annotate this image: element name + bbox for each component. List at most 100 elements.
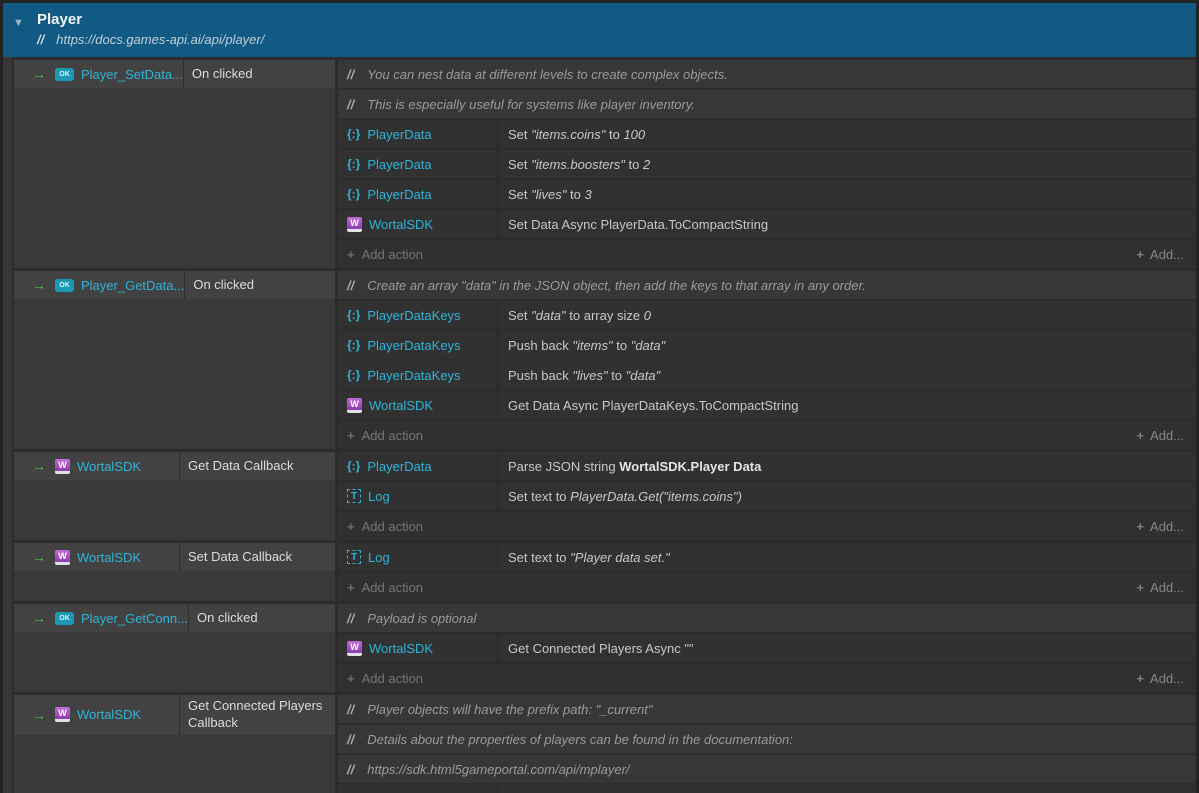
wortal-icon: W — [55, 550, 70, 565]
action-text-part: PlayerData.Get("items.coins") — [570, 489, 742, 504]
action-object-name: WortalSDK — [369, 641, 433, 656]
action-text-part: Set — [508, 157, 531, 172]
event-condition-cell: →WWortalSDKGet Connected Players Callbac… — [14, 695, 335, 793]
comment-row[interactable]: //Details about the properties of player… — [338, 725, 1196, 753]
action-object-name: PlayerDataKeys — [367, 308, 460, 323]
event-condition-cell: →OKPlayer_SetData...On clicked — [14, 60, 335, 268]
action-text: Parse JSON string WortalSDK.Player Data — [498, 459, 761, 474]
collapse-group-icon[interactable]: ▼ — [13, 17, 24, 29]
action-row[interactable]: {:}PlayerDataKeysPush back "items" to "d… — [338, 331, 1196, 359]
add-action-row: +Add action +Add... — [338, 240, 1196, 268]
action-text-part: "Player data set." — [570, 550, 670, 565]
comment-text: https://sdk.html5gameportal.com/api/mpla… — [367, 762, 629, 777]
action-row[interactable]: TLogSet text to PlayerData.Get("items.co… — [338, 482, 1196, 510]
action-object-name: PlayerData — [367, 157, 431, 172]
comment-slashes-icon: // — [347, 732, 354, 747]
event-block: →WWortalSDKGet Connected Players Callbac… — [14, 695, 1196, 793]
condition-text: On clicked — [184, 63, 259, 86]
action-object: {:}PlayerData — [338, 452, 498, 480]
action-row[interactable]: {:}PlayerDataParse JSON string WortalSDK… — [338, 452, 1196, 480]
group-title: Player — [37, 11, 1196, 29]
comment-slashes-icon: // — [347, 97, 354, 112]
action-text-part: Set — [508, 127, 531, 142]
action-text: Set "lives" to 3 — [498, 187, 592, 202]
action-text-part: Push back — [508, 338, 572, 353]
add-more-link[interactable]: +Add... — [1136, 580, 1184, 595]
action-row[interactable]: WWortalSDK Set Data Async PlayerData.ToCo… — [338, 210, 1196, 238]
action-row[interactable]: {:}PlayerDataKeysPush back "lives" to "d… — [338, 361, 1196, 389]
action-row[interactable]: {:}PlayerDataSet "items.boosters" to 2 — [338, 150, 1196, 178]
comment-row[interactable]: //Payload is optional — [338, 604, 1196, 632]
comment-text: Payload is optional — [367, 611, 476, 626]
event-condition[interactable]: →OKPlayer_GetData...On clicked — [14, 271, 335, 299]
action-object: {:}PlayerData — [338, 150, 498, 178]
comment-text: Player objects will have the prefix path… — [367, 702, 652, 717]
event-condition[interactable]: →WWortalSDKGet Data Callback — [14, 452, 335, 480]
add-more-link[interactable]: +Add... — [1136, 247, 1184, 262]
add-more-label: Add... — [1150, 247, 1184, 262]
add-action-label: Add action — [362, 671, 423, 686]
action-row[interactable]: {:}PlayerDataSet "lives" to 3 — [338, 180, 1196, 208]
comment-row[interactable]: //This is especially useful for systems … — [338, 90, 1196, 118]
event-condition[interactable]: →WWortalSDKSet Data Callback — [14, 543, 335, 571]
action-text-part: Set Data Async PlayerData.ToCompactStrin… — [508, 217, 768, 232]
action-text: Set "items.boosters" to 2 — [498, 157, 650, 172]
comment-row[interactable]: // You can nest data at different levels … — [338, 60, 1196, 88]
action-text-part: to — [605, 127, 623, 142]
event-condition[interactable]: →OKPlayer_GetConn...On clicked — [14, 604, 335, 632]
group-comment-url: https://docs.games-api.ai/api/player/ — [56, 32, 264, 47]
event-sheet: ▼ Player // https://docs.games-api.ai/api… — [0, 0, 1199, 793]
action-row[interactable]: {:}PlayerFriendsParse JSON string Wortal… — [338, 785, 1196, 793]
action-text: Get Data Async PlayerDataKeys.ToCompactS… — [498, 398, 798, 413]
add-action-label: Add action — [362, 428, 423, 443]
comment-text: You can nest data at different levels to… — [367, 67, 728, 82]
event-arrow-icon: → — [32, 611, 46, 625]
add-action-row: +Add action+Add... — [338, 421, 1196, 449]
action-text-part: "lives" — [531, 187, 566, 202]
comment-row[interactable]: //Player objects will have the prefix pa… — [338, 695, 1196, 723]
condition-object-name: WortalSDK — [77, 550, 141, 565]
plus-icon: + — [1136, 519, 1144, 534]
action-text: Set Data Async PlayerData.ToCompactStrin… — [498, 217, 768, 232]
add-action-link[interactable]: +Add action — [347, 580, 423, 595]
event-arrow-icon: → — [32, 278, 46, 292]
add-action-link[interactable]: +Add action — [347, 247, 423, 262]
event-condition[interactable]: →WWortalSDKGet Connected Players Callbac… — [14, 695, 335, 735]
action-text: Push back "items" to "data" — [498, 338, 665, 353]
condition-object: →WWortalSDK — [14, 452, 180, 480]
action-text-part: to — [566, 187, 584, 202]
action-row[interactable]: {:}PlayerDataKeysSet "data" to array siz… — [338, 301, 1196, 329]
plus-icon: + — [1136, 428, 1144, 443]
add-more-label: Add... — [1150, 671, 1184, 686]
comment-row[interactable]: //Create an array "data" in the JSON obj… — [338, 271, 1196, 299]
event-block: →WWortalSDKGet Data Callback{:}PlayerDat… — [14, 452, 1196, 540]
comment-row[interactable]: //https://sdk.html5gameportal.com/api/mp… — [338, 755, 1196, 783]
action-object: WWortalSDK — [338, 210, 498, 238]
action-text-part: 0 — [644, 308, 651, 323]
event-rows: // You can nest data at different levels … — [338, 60, 1196, 268]
condition-text: Set Data Callback — [180, 546, 298, 569]
condition-text: On clicked — [189, 607, 264, 630]
event-condition[interactable]: →OKPlayer_SetData...On clicked — [14, 60, 335, 88]
action-object: {:}PlayerData — [338, 120, 498, 148]
add-action-link[interactable]: +Add action — [347, 519, 423, 534]
action-text: Get Connected Players Async "" — [498, 641, 694, 656]
action-row[interactable]: {:}PlayerDataSet "items.coins" to 100 — [338, 120, 1196, 148]
action-row[interactable]: WWortalSDKGet Connected Players Async "" — [338, 634, 1196, 662]
add-action-link[interactable]: +Add action — [347, 428, 423, 443]
event-condition-cell: →OKPlayer_GetConn...On clicked — [14, 604, 335, 692]
comment-slashes-icon: // — [347, 67, 354, 82]
condition-object: →OKPlayer_GetData... — [14, 271, 185, 299]
action-text: Push back "lives" to "data" — [498, 368, 660, 383]
action-row[interactable]: WWortalSDKGet Data Async PlayerDataKeys.… — [338, 391, 1196, 419]
add-more-link[interactable]: +Add... — [1136, 428, 1184, 443]
wortal-icon: W — [55, 459, 70, 474]
action-row[interactable]: TLogSet text to "Player data set." — [338, 543, 1196, 571]
add-more-link[interactable]: +Add... — [1136, 671, 1184, 686]
add-action-link[interactable]: +Add action — [347, 671, 423, 686]
action-text-part: Set text to — [508, 550, 570, 565]
action-text-part: Push back — [508, 368, 572, 383]
group-header[interactable]: ▼ Player //https://docs.games-api.ai/api… — [3, 3, 1196, 57]
json-icon: {:} — [347, 369, 360, 381]
add-more-link[interactable]: +Add... — [1136, 519, 1184, 534]
